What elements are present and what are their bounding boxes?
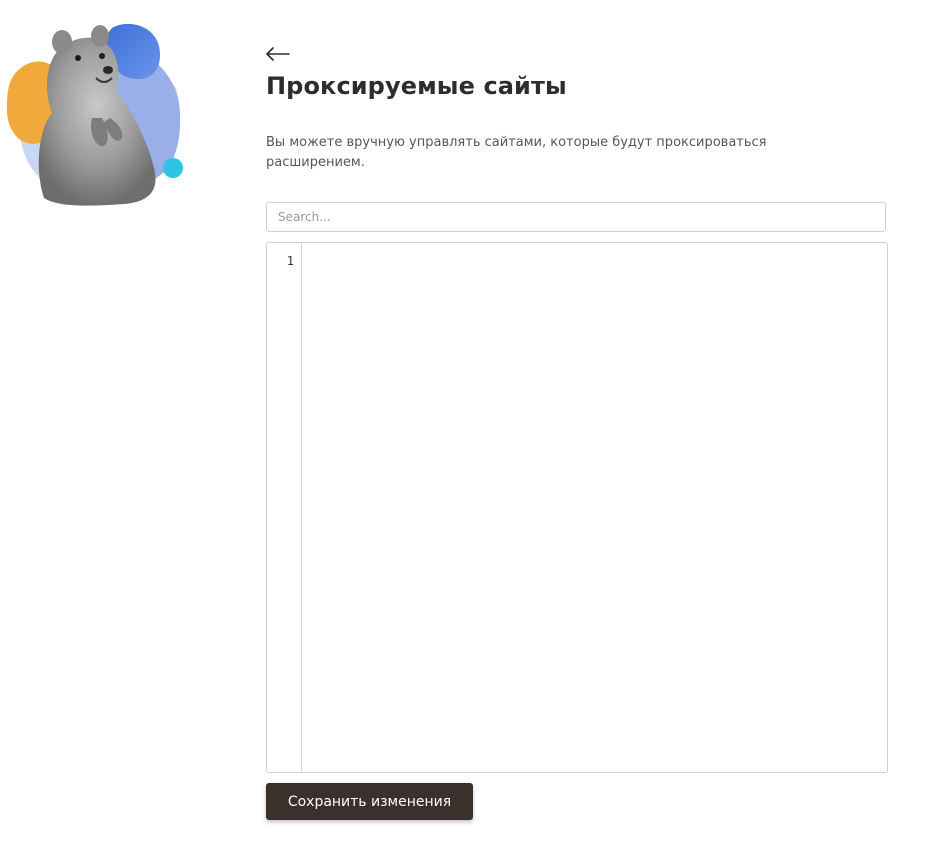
save-changes-button[interactable]: Сохранить изменения — [266, 783, 473, 820]
sites-editor: 1 — [266, 242, 888, 773]
line-number: 1 — [286, 254, 294, 268]
arrow-left-icon — [266, 46, 290, 64]
line-number-gutter: 1 — [267, 243, 302, 772]
page-title: Проксируемые сайты — [266, 72, 567, 100]
page-description: Вы можете вручную управлять сайтами, кот… — [266, 135, 767, 170]
back-button[interactable] — [266, 44, 292, 66]
sites-text-area[interactable] — [302, 243, 887, 772]
quokka-illustration — [4, 18, 188, 206]
search-input[interactable] — [266, 202, 886, 232]
proxied-sites-page: Проксируемые сайты Вы можете вручную упр… — [0, 0, 947, 843]
